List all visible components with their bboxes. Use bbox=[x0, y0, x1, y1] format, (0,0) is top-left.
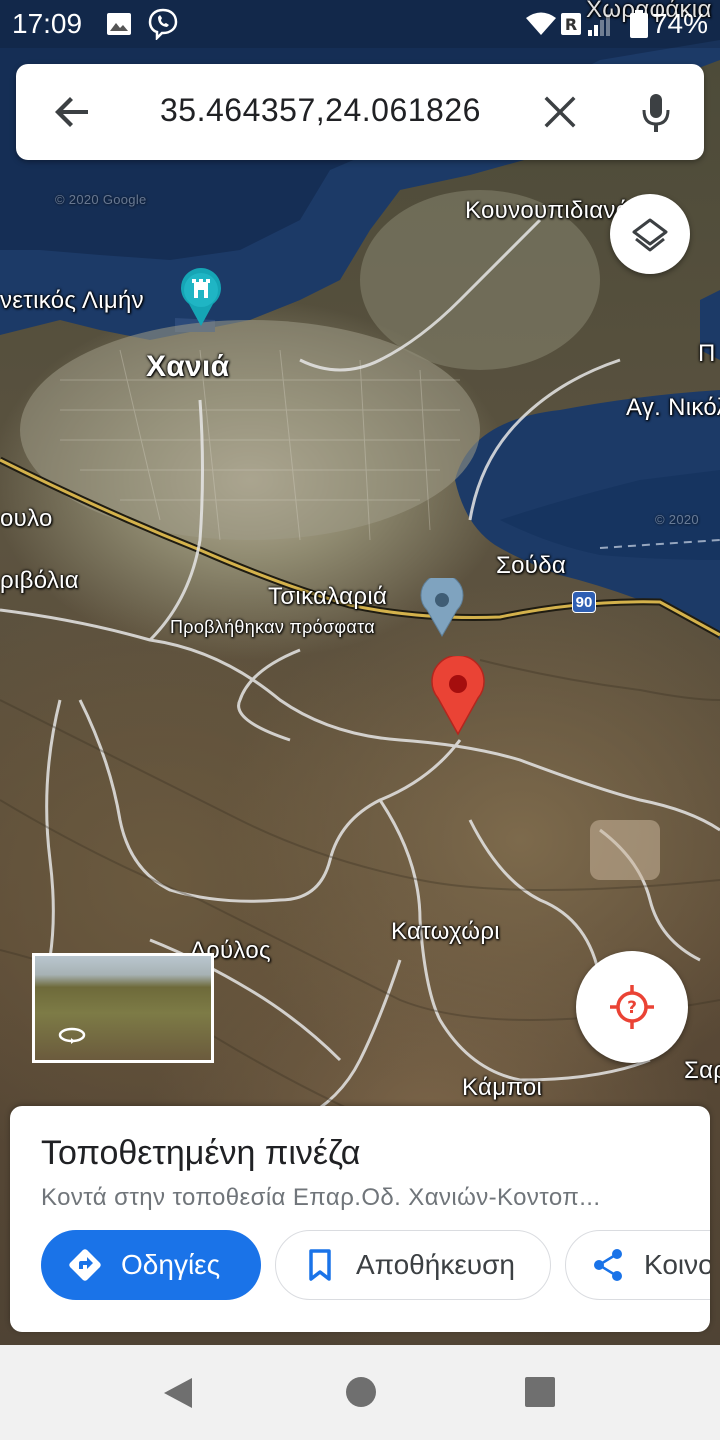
share-button[interactable]: Κοινοποίηση bbox=[565, 1230, 710, 1300]
save-label: Αποθήκευση bbox=[356, 1249, 515, 1280]
directions-button[interactable]: Οδηγίες bbox=[41, 1230, 261, 1300]
svg-text:R: R bbox=[565, 15, 577, 34]
map-label-perivolia: ριβόλια bbox=[0, 567, 79, 594]
share-icon bbox=[594, 1249, 622, 1281]
dropped-pin-icon[interactable] bbox=[429, 656, 487, 736]
battery-percent: 74% bbox=[651, 8, 708, 39]
directions-label: Οδηγίες bbox=[121, 1249, 221, 1280]
save-button[interactable]: Αποθήκευση bbox=[275, 1230, 551, 1300]
my-location-button[interactable]: ? bbox=[576, 951, 688, 1063]
mic-icon[interactable] bbox=[632, 88, 680, 136]
map-copyright-2: © 2020 bbox=[655, 512, 699, 527]
lighthouse-pin-icon[interactable] bbox=[179, 268, 223, 328]
wifi-icon bbox=[526, 12, 556, 35]
map-label-katochori: Κατωχώρι bbox=[391, 918, 500, 945]
directions-icon bbox=[69, 1249, 101, 1281]
signal-icon bbox=[588, 14, 610, 36]
layers-icon bbox=[632, 218, 668, 252]
place-bottom-sheet[interactable]: Τοποθετημένη πινέζα Κοντά στην τοποθεσία… bbox=[10, 1106, 710, 1332]
image-icon bbox=[107, 13, 131, 35]
map-label-p-cut: Π bbox=[698, 340, 716, 367]
map-label-chania: Χανιά bbox=[146, 350, 230, 383]
status-bar: 17:09 R 74% bbox=[0, 0, 720, 48]
location-unknown-icon: ? bbox=[610, 985, 654, 1029]
map-label-sar: Σαρ bbox=[684, 1057, 720, 1084]
place-title: Τοποθετημένη πινέζα bbox=[41, 1134, 361, 1172]
viber-icon bbox=[148, 8, 178, 40]
map-label-enetikos-limin: νετικός Λιμήν bbox=[0, 287, 144, 314]
arrow-back-icon[interactable] bbox=[48, 88, 96, 136]
roaming-icon: R bbox=[561, 13, 581, 35]
map-label-kounoupidiana: Κουνουπιδιανά bbox=[465, 197, 630, 224]
route-90-shield: 90 bbox=[572, 591, 596, 613]
battery-icon bbox=[630, 10, 648, 38]
recent-place-pin-icon[interactable] bbox=[419, 578, 465, 638]
close-icon[interactable] bbox=[536, 88, 584, 136]
map-label-tsikalaria: Τσικαλαριά bbox=[268, 583, 388, 610]
map-copyright-1: © 2020 Google bbox=[55, 192, 147, 207]
search-bar[interactable]: 35.464357,24.061826 bbox=[16, 64, 704, 160]
nav-home-icon[interactable] bbox=[344, 1375, 378, 1409]
system-nav-bar bbox=[0, 1345, 720, 1440]
map-label-ag-nikolaos: Αγ. Νικόλ bbox=[626, 394, 720, 421]
nav-recents-icon[interactable] bbox=[524, 1376, 556, 1408]
360-rotate-icon bbox=[58, 1027, 86, 1044]
map-label-kampoi: Κάμποι bbox=[462, 1074, 543, 1101]
share-label: Κοινοποίηση bbox=[644, 1249, 710, 1280]
map-layers-button[interactable] bbox=[610, 194, 690, 274]
place-subtitle: Κοντά στην τοποθεσία Επαρ.Οδ. Χανιών-Κον… bbox=[41, 1184, 601, 1211]
status-time: 17:09 bbox=[12, 8, 83, 39]
bookmark-icon bbox=[309, 1249, 331, 1281]
map-label-recently-viewed: Προβλήθηκαν πρόσφατα bbox=[170, 617, 375, 637]
search-input[interactable]: 35.464357,24.061826 bbox=[160, 92, 481, 129]
nav-back-icon[interactable] bbox=[160, 1375, 196, 1411]
map-label-roulo: ουλο bbox=[0, 505, 53, 532]
svg-text:?: ? bbox=[627, 998, 637, 1018]
street-view-thumbnail[interactable] bbox=[32, 953, 214, 1063]
map-label-souda: Σούδα bbox=[496, 552, 567, 579]
